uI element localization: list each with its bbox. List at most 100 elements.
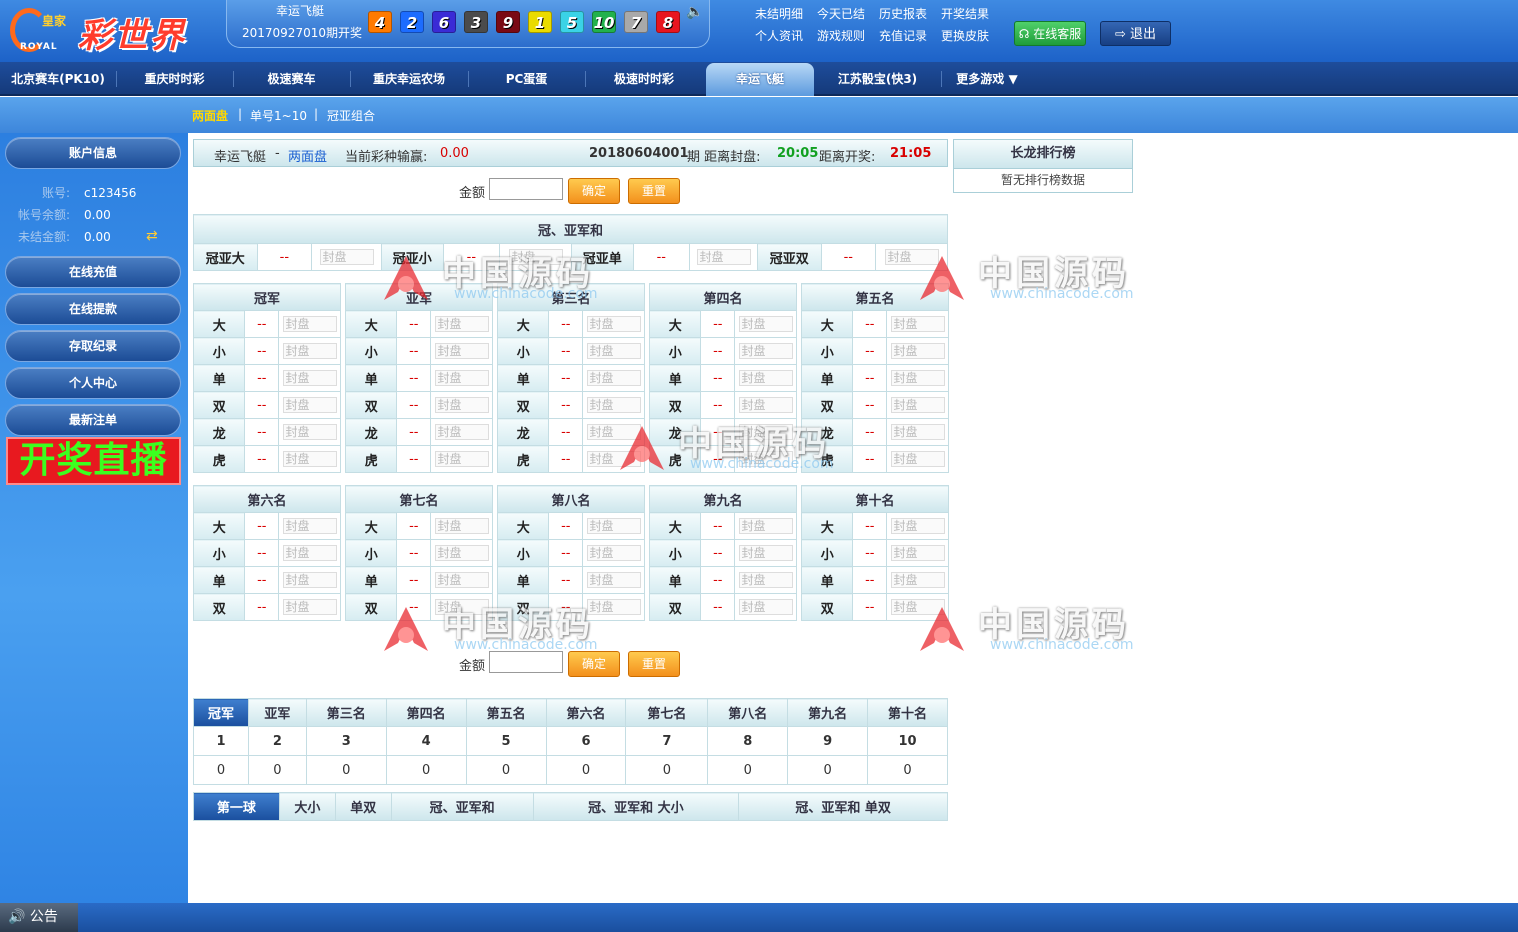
top-link[interactable]: 未结明细 — [755, 6, 817, 22]
speaker-icon[interactable]: 🔈 — [686, 4, 703, 20]
sealed-input[interactable]: 封盘 — [319, 249, 374, 265]
sealed-input[interactable]: 封盘 — [434, 397, 489, 413]
sealed-input[interactable]: 封盘 — [586, 316, 641, 332]
sealed-input[interactable]: 封盘 — [586, 397, 641, 413]
sidebar-withdraw-button[interactable]: 在线提款 — [5, 293, 181, 325]
site-logo[interactable]: 皇家 ROYAL 彩世界 — [8, 6, 198, 56]
confirm-button-top[interactable]: 确定 — [568, 178, 620, 204]
amount-input-top[interactable] — [489, 178, 563, 200]
sealed-input[interactable]: 封盘 — [282, 572, 337, 588]
sealed-input[interactable]: 封盘 — [738, 424, 793, 440]
sealed-input[interactable]: 封盘 — [434, 316, 489, 332]
nav-item[interactable]: 重庆时时彩 — [116, 62, 233, 96]
sealed-input[interactable]: 封盘 — [738, 343, 793, 359]
nav-item[interactable]: 极速赛车 — [233, 62, 350, 96]
sealed-input[interactable]: 封盘 — [434, 451, 489, 467]
sealed-input[interactable]: 封盘 — [282, 370, 337, 386]
sealed-input[interactable]: 封盘 — [890, 545, 945, 561]
sealed-input[interactable]: 封盘 — [890, 397, 945, 413]
subnav-single-number[interactable]: 单号1~10 — [250, 107, 307, 124]
sealed-input[interactable]: 封盘 — [282, 424, 337, 440]
sealed-input[interactable]: 封盘 — [586, 370, 641, 386]
sidebar-deposit-button[interactable]: 在线充值 — [5, 256, 181, 288]
sealed-input[interactable]: 封盘 — [890, 518, 945, 534]
sealed-input[interactable]: 封盘 — [282, 451, 337, 467]
sealed-input[interactable]: 封盘 — [586, 451, 641, 467]
top-link[interactable]: 个人资讯 — [755, 28, 817, 44]
sealed-input[interactable]: 封盘 — [738, 316, 793, 332]
sealed-input[interactable]: 封盘 — [890, 424, 945, 440]
sealed-input[interactable]: 封盘 — [738, 518, 793, 534]
sealed-input[interactable]: 封盘 — [434, 370, 489, 386]
sealed-input[interactable]: 封盘 — [738, 397, 793, 413]
info-mode[interactable]: 两面盘 — [288, 146, 327, 165]
sealed-input[interactable]: 封盘 — [586, 599, 641, 615]
sealed-input[interactable]: 封盘 — [890, 572, 945, 588]
sealed-input[interactable]: 封盘 — [738, 545, 793, 561]
notice-button[interactable]: 🔊 公告 — [0, 903, 78, 932]
sealed-input[interactable]: 封盘 — [434, 518, 489, 534]
sealed-input[interactable]: 封盘 — [282, 397, 337, 413]
sealed-input[interactable]: 封盘 — [890, 343, 945, 359]
sidebar-records-button[interactable]: 存取纪录 — [5, 330, 181, 362]
sealed-input[interactable]: 封盘 — [890, 451, 945, 467]
nav-item[interactable]: 江苏骰宝(快3) — [814, 62, 941, 96]
sealed-input[interactable]: 封盘 — [434, 545, 489, 561]
rank-tab[interactable]: 亚军 — [247, 698, 307, 727]
rank-tab[interactable]: 第五名 — [465, 698, 547, 727]
sealed-input[interactable]: 封盘 — [508, 249, 563, 265]
sealed-input[interactable]: 封盘 — [282, 343, 337, 359]
sealed-input[interactable]: 封盘 — [282, 545, 337, 561]
rank-tab[interactable]: 第十名 — [867, 698, 948, 727]
sealed-input[interactable]: 封盘 — [890, 316, 945, 332]
sealed-input[interactable]: 封盘 — [738, 572, 793, 588]
sidebar-latest-bets-button[interactable]: 最新注单 — [5, 404, 181, 436]
sealed-input[interactable]: 封盘 — [282, 518, 337, 534]
online-service-button[interactable]: ☊ 在线客服 — [1014, 21, 1086, 46]
logout-button[interactable]: ⇨ 退出 — [1100, 21, 1171, 46]
refresh-icon[interactable]: ⇄ — [146, 228, 162, 244]
top-link[interactable]: 历史报表 — [879, 6, 941, 22]
rank-tab[interactable]: 第三名 — [305, 698, 387, 727]
nav-item[interactable]: 重庆幸运农场 — [350, 62, 468, 96]
sealed-input[interactable]: 封盘 — [586, 518, 641, 534]
sealed-input[interactable]: 封盘 — [282, 316, 337, 332]
result-tab[interactable]: 冠、亚军和 单双 — [738, 792, 948, 821]
nav-item[interactable]: 北京赛车(PK10) — [0, 62, 116, 96]
sealed-input[interactable]: 封盘 — [586, 424, 641, 440]
sealed-input[interactable]: 封盘 — [738, 370, 793, 386]
top-link[interactable]: 游戏规则 — [817, 28, 879, 44]
nav-item[interactable]: 极速时时彩 — [585, 62, 703, 96]
reset-button-bottom[interactable]: 重置 — [628, 651, 680, 677]
nav-item[interactable]: 更多游戏 ▼ — [941, 62, 1033, 96]
sealed-input[interactable]: 封盘 — [434, 424, 489, 440]
sealed-input[interactable]: 封盘 — [434, 343, 489, 359]
rank-tab[interactable]: 第六名 — [545, 698, 627, 727]
sealed-input[interactable]: 封盘 — [696, 249, 751, 265]
result-tab[interactable]: 冠、亚军和 大小 — [532, 792, 740, 821]
sealed-input[interactable]: 封盘 — [738, 599, 793, 615]
amount-input-bottom[interactable] — [489, 651, 563, 673]
reset-button-top[interactable]: 重置 — [628, 178, 680, 204]
rank-tab[interactable]: 第九名 — [787, 698, 869, 727]
top-link[interactable]: 今天已结 — [817, 6, 879, 22]
result-tab[interactable]: 第一球 — [193, 792, 280, 821]
nav-item[interactable]: 幸运飞艇 — [706, 63, 814, 96]
sealed-input[interactable]: 封盘 — [434, 599, 489, 615]
rank-tab[interactable]: 第七名 — [625, 698, 709, 727]
sealed-input[interactable]: 封盘 — [586, 572, 641, 588]
sealed-input[interactable]: 封盘 — [586, 545, 641, 561]
top-link[interactable]: 充值记录 — [879, 28, 941, 44]
confirm-button-bottom[interactable]: 确定 — [568, 651, 620, 677]
sidebar-profile-button[interactable]: 个人中心 — [5, 367, 181, 399]
sealed-input[interactable]: 封盘 — [282, 599, 337, 615]
sealed-input[interactable]: 封盘 — [586, 343, 641, 359]
rank-tab[interactable]: 第四名 — [385, 698, 467, 727]
live-draw-banner[interactable]: 开奖直播 — [6, 437, 181, 485]
sealed-input[interactable]: 封盘 — [890, 370, 945, 386]
subnav-guanya-combo[interactable]: 冠亚组合 — [327, 107, 375, 124]
result-tab[interactable]: 单双 — [334, 792, 392, 821]
rank-tab[interactable]: 冠军 — [193, 698, 249, 727]
nav-item[interactable]: PC蛋蛋 — [468, 62, 585, 96]
sealed-input[interactable]: 封盘 — [884, 249, 939, 265]
